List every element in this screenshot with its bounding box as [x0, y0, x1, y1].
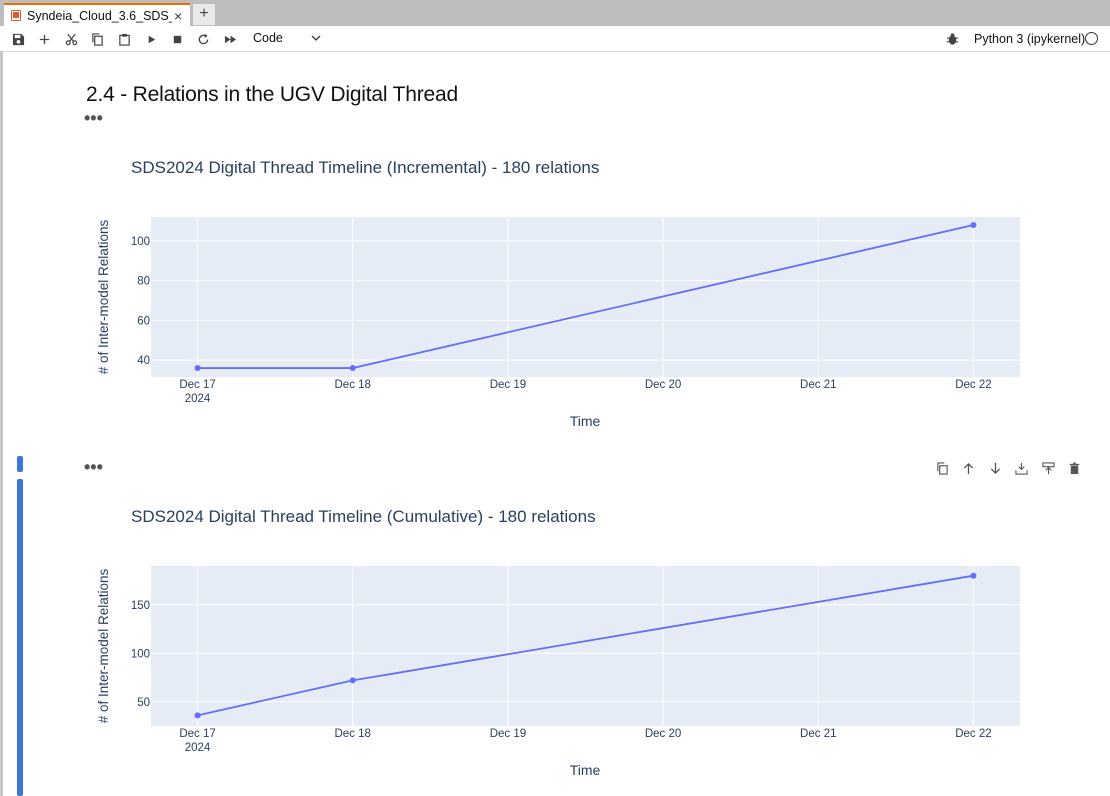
add-cell-icon[interactable]	[34, 29, 54, 49]
x-tick-label: Dec 21	[800, 379, 836, 391]
cell-type-select[interactable]: Code	[253, 31, 283, 45]
notebook-tab[interactable]: Syndeia_Cloud_3.6_SDS_A ×	[4, 3, 190, 26]
y-tick-label: 80	[137, 276, 150, 288]
x-tick-year-label: 2024	[185, 393, 211, 405]
restart-icon[interactable]	[193, 29, 213, 49]
new-tab-button[interactable]: +	[193, 4, 215, 25]
x-tick-label: Dec 22	[955, 379, 991, 391]
y-axis-title: # of Inter-model Relations	[96, 219, 111, 374]
paste-icon[interactable]	[114, 29, 134, 49]
collapsed-input-ellipsis[interactable]: •••	[84, 458, 103, 476]
page-title: 2.4 - Relations in the UGV Digital Threa…	[86, 83, 458, 107]
move-up-icon[interactable]	[960, 460, 976, 476]
fast-forward-icon[interactable]	[220, 29, 240, 49]
run-icon[interactable]	[141, 29, 161, 49]
tab-label: Syndeia_Cloud_3.6_SDS_A	[27, 8, 172, 23]
data-point	[349, 677, 356, 684]
data-point	[970, 572, 977, 579]
x-tick-label: Dec 18	[335, 728, 371, 740]
data-point	[349, 365, 356, 372]
x-tick-label: Dec 18	[335, 379, 371, 391]
y-tick-label: 100	[131, 648, 150, 660]
x-axis-title: Time	[570, 413, 601, 429]
x-tick-label: Dec 17	[179, 379, 215, 391]
data-point	[194, 712, 201, 719]
tab-bar: Syndeia_Cloud_3.6_SDS_A × +	[0, 0, 1110, 26]
notebook-icon	[11, 10, 21, 21]
y-tick-label: 60	[137, 315, 150, 327]
x-tick-label: Dec 19	[490, 379, 526, 391]
incremental-timeline-chart: SDS2024 Digital Thread Timeline (Increme…	[96, 158, 1020, 429]
insert-below-icon[interactable]	[1013, 460, 1029, 476]
close-icon[interactable]: ×	[174, 9, 182, 23]
move-down-icon[interactable]	[987, 460, 1003, 476]
insert-above-icon[interactable]	[1040, 460, 1056, 476]
kernel-name[interactable]: Python 3 (ipykernel)	[974, 32, 1085, 46]
notebook-toolbar: Code Python 3 (ipykernel)	[0, 26, 1110, 52]
x-tick-label: Dec 19	[490, 728, 526, 740]
y-tick-label: 100	[131, 236, 150, 248]
data-point	[194, 365, 201, 372]
collapsed-input-ellipsis[interactable]: •••	[84, 109, 103, 127]
cut-icon[interactable]	[61, 29, 81, 49]
x-tick-label: Dec 21	[800, 728, 836, 740]
x-tick-label: Dec 22	[955, 728, 991, 740]
save-icon[interactable]	[8, 29, 28, 49]
active-cell-input-bar[interactable]	[17, 456, 23, 472]
x-tick-label: Dec 17	[179, 728, 215, 740]
y-tick-label: 150	[131, 600, 150, 612]
stop-icon[interactable]	[167, 29, 187, 49]
bug-icon[interactable]	[946, 32, 959, 46]
chevron-down-icon[interactable]	[311, 33, 321, 43]
data-point	[970, 221, 977, 228]
x-tick-label: Dec 20	[645, 379, 681, 391]
chart-title: SDS2024 Digital Thread Timeline (Cumulat…	[131, 507, 596, 526]
delete-icon[interactable]	[1066, 460, 1082, 476]
x-tick-year-label: 2024	[185, 742, 211, 754]
kernel-status-icon	[1085, 32, 1098, 45]
duplicate-icon[interactable]	[934, 460, 950, 476]
x-tick-label: Dec 20	[645, 728, 681, 740]
chart-title: SDS2024 Digital Thread Timeline (Increme…	[131, 158, 599, 177]
y-axis-title: # of Inter-model Relations	[96, 568, 111, 723]
y-tick-label: 50	[137, 697, 150, 709]
copy-icon[interactable]	[87, 29, 107, 49]
x-axis-title: Time	[570, 762, 601, 778]
cumulative-timeline-chart: SDS2024 Digital Thread Timeline (Cumulat…	[96, 507, 1020, 778]
y-tick-label: 40	[137, 355, 150, 367]
